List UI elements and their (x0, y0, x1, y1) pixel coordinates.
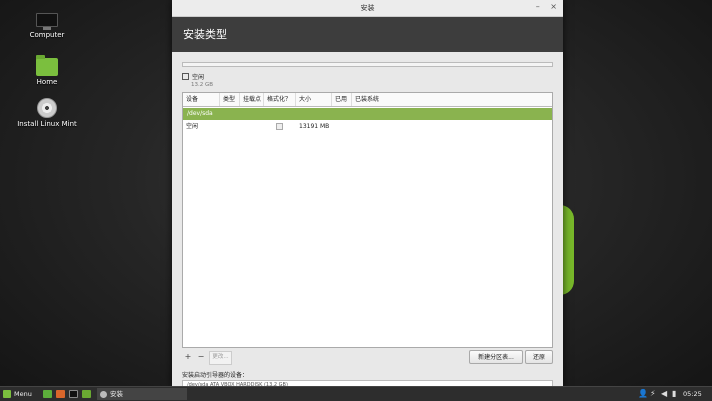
installer-icon (100, 390, 107, 398)
desktop-icon-label: Computer (29, 31, 65, 39)
terminal-icon[interactable] (69, 390, 78, 398)
boot-device-label: 安装启动引导器的设备： (182, 372, 249, 379)
column-header[interactable]: 格式化？ (264, 93, 296, 106)
column-header[interactable]: 已装系统 (352, 93, 552, 106)
home-folder-icon (36, 55, 58, 76)
format-checkbox[interactable] (276, 123, 283, 130)
desktop-icon-home[interactable]: Home (12, 55, 82, 86)
taskbar: Menu 安装 👤 ⚡ ◀ ▮ 05:25 (0, 386, 712, 401)
table-row[interactable]: 空闲 13191 MB (183, 120, 552, 134)
desktop-icon-install[interactable]: Install Linux Mint (12, 98, 82, 128)
partition-legend: 空闲 13.2 GB (182, 72, 213, 88)
revert-button[interactable]: 还原 (525, 350, 553, 364)
network-icon[interactable]: ⚡ (650, 389, 656, 399)
partition-table: 设备 类型 挂载点 格式化？ 大小 已用 已装系统 /dev/sda 空闲 13… (182, 92, 553, 348)
column-header[interactable]: 已用 (332, 93, 352, 106)
close-icon[interactable]: × (550, 2, 557, 11)
partition-toolbar: + − 更改... 新建分区表... 还原 (182, 350, 553, 365)
minimize-icon[interactable]: – (536, 2, 540, 11)
volume-icon[interactable]: ◀ (661, 389, 667, 399)
task-label: 安装 (110, 390, 123, 398)
legend-name: 空闲 (192, 74, 205, 81)
user-icon[interactable]: 👤 (638, 389, 648, 399)
computer-icon (36, 13, 58, 30)
page-header: 安装类型 (172, 17, 563, 52)
cell-size: 13191 MB (299, 123, 330, 130)
new-partition-table-button[interactable]: 新建分区表... (469, 350, 523, 364)
partition-bar (182, 62, 553, 67)
installer-window: 安装 – × 安装类型 空闲 13.2 GB 设备 类型 挂载点 格式化？ 大小… (172, 0, 563, 388)
battery-icon[interactable]: ▮ (672, 389, 676, 399)
window-titlebar[interactable]: 安装 – × (172, 0, 563, 17)
legend-swatch-icon (182, 73, 189, 80)
disc-icon (37, 98, 57, 118)
page-title: 安装类型 (183, 28, 227, 41)
table-row-device[interactable]: /dev/sda (183, 108, 552, 120)
desktop-icon-label: Home (36, 78, 58, 86)
mint-menu-icon (3, 390, 11, 398)
column-header[interactable]: 类型 (220, 93, 240, 106)
column-header[interactable]: 设备 (183, 93, 220, 106)
column-header[interactable]: 挂载点 (240, 93, 264, 106)
desktop-icon-computer[interactable]: Computer (12, 13, 82, 39)
desktop-icon-label: Install Linux Mint (17, 120, 77, 128)
change-partition-button[interactable]: 更改... (209, 351, 232, 365)
firefox-icon[interactable] (56, 390, 65, 398)
menu-label: Menu (14, 390, 32, 398)
column-header[interactable]: 大小 (296, 93, 332, 106)
cell-device: 空闲 (186, 123, 199, 130)
files-icon[interactable] (82, 390, 91, 398)
show-desktop-icon[interactable] (43, 390, 52, 398)
add-partition-button[interactable]: + (182, 351, 194, 364)
window-title: 安装 (360, 4, 375, 12)
menu-button[interactable]: Menu (3, 389, 32, 399)
clock[interactable]: 05:25 (683, 388, 702, 400)
taskbar-item-installer[interactable]: 安装 (97, 388, 187, 400)
table-header: 设备 类型 挂载点 格式化？ 大小 已用 已装系统 (183, 93, 552, 107)
legend-size: 13.2 GB (191, 82, 214, 88)
remove-partition-button[interactable]: − (195, 351, 207, 364)
